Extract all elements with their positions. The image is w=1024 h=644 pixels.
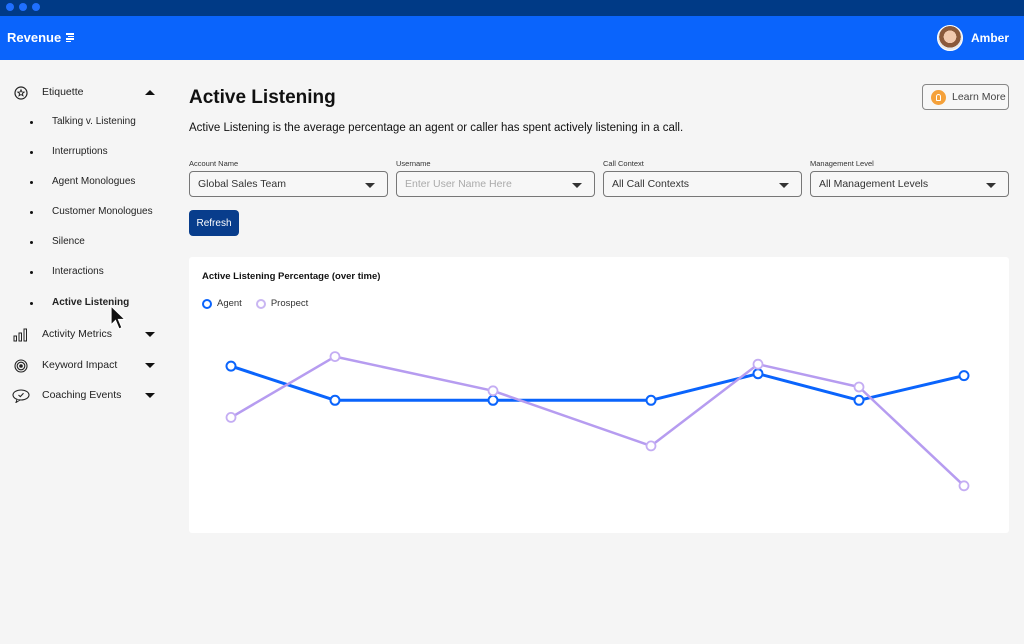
legend-swatch-prospect	[255, 298, 266, 309]
bullet-icon	[30, 121, 33, 124]
chevron-up-icon[interactable]	[145, 89, 155, 95]
data-point-prospect[interactable]	[487, 385, 499, 397]
mouse-pointer-icon	[110, 304, 128, 336]
data-point-agent[interactable]	[329, 394, 341, 406]
dropdown-arrow-icon	[986, 183, 996, 188]
sidebar-item-label: Interruptions	[52, 146, 108, 157]
sidebar-section-etiquette[interactable]: Etiquette	[0, 80, 170, 104]
chart-legend: Agent Prospect	[202, 298, 308, 309]
window-close-button[interactable]	[6, 3, 14, 11]
menu-lines-icon	[66, 33, 75, 42]
management-level-select[interactable]: All Management Levels	[810, 171, 1009, 197]
sidebar-item-label: Customer Monologues	[52, 206, 153, 217]
bullet-icon	[30, 151, 33, 154]
sidebar-item-label: Silence	[52, 236, 85, 247]
page-title: Active Listening	[189, 87, 336, 108]
sidebar-item-label: Interactions	[52, 266, 104, 277]
sidebar-section-label: Activity Metrics	[42, 328, 113, 340]
data-point-agent[interactable]	[958, 370, 970, 382]
legend-item-agent[interactable]: Agent	[202, 298, 242, 309]
legend-swatch-agent	[202, 298, 212, 309]
sidebar: Etiquette Talking v. Listening Interrupt…	[0, 60, 170, 644]
call-context-value: All Call Contexts	[612, 178, 690, 190]
sidebar-item-agent-monologues[interactable]: Agent Monologues	[0, 173, 170, 193]
management-level-value: All Management Levels	[819, 178, 929, 190]
chart-title: Active Listening Percentage (over time)	[202, 271, 381, 282]
data-point-agent[interactable]	[752, 368, 764, 380]
chevron-down-icon[interactable]	[145, 362, 155, 368]
sidebar-item-silence[interactable]: Silence	[0, 233, 170, 253]
bullet-icon	[30, 302, 33, 305]
sidebar-item-customer-monologues[interactable]: Customer Monologues	[0, 203, 170, 223]
chat-check-icon	[11, 388, 30, 403]
window-titlebar	[0, 0, 1024, 16]
data-point-agent[interactable]	[645, 394, 657, 406]
username-input[interactable]: Enter User Name Here	[396, 171, 595, 197]
series-line-agent	[230, 364, 965, 402]
dropdown-arrow-icon	[365, 183, 375, 188]
sidebar-item-interruptions[interactable]: Interruptions	[0, 143, 170, 163]
sidebar-item-talking-v-listening[interactable]: Talking v. Listening	[0, 113, 170, 133]
data-point-prospect[interactable]	[752, 358, 764, 370]
legend-label-agent: Agent	[217, 298, 242, 309]
sidebar-section-coaching-events[interactable]: Coaching Events	[0, 383, 170, 407]
sidebar-section-label: Coaching Events	[42, 389, 122, 401]
sidebar-item-label: Talking v. Listening	[52, 116, 136, 127]
sidebar-item-interactions[interactable]: Interactions	[0, 263, 170, 283]
target-icon	[13, 358, 28, 373]
username-placeholder: Enter User Name Here	[405, 178, 512, 190]
series-line-prospect	[230, 355, 965, 487]
bullet-icon	[30, 211, 33, 214]
data-point-prospect[interactable]	[225, 411, 237, 423]
data-point-prospect[interactable]	[853, 381, 865, 393]
username-label: Username	[396, 159, 431, 168]
account-name-label: Account Name	[189, 159, 239, 168]
user-name: Amber	[970, 31, 1009, 45]
call-context-select[interactable]: All Call Contexts	[603, 171, 802, 197]
sidebar-item-label: Agent Monologues	[52, 176, 136, 187]
brand-logo[interactable]: Revenue	[7, 30, 75, 45]
sidebar-section-activity-metrics[interactable]: Activity Metrics	[0, 322, 170, 346]
account-name-value: Global Sales Team	[198, 178, 286, 190]
chart-card: Active Listening Percentage (over time) …	[189, 257, 1009, 533]
sidebar-section-keyword-impact[interactable]: Keyword Impact	[0, 353, 170, 377]
window-maximize-button[interactable]	[32, 3, 40, 11]
bullet-icon	[30, 271, 33, 274]
call-context-label: Call Context	[603, 159, 644, 168]
dropdown-arrow-icon	[779, 183, 789, 188]
management-level-label: Management Level	[810, 159, 874, 168]
account-name-select[interactable]: Global Sales Team	[189, 171, 388, 197]
window-minimize-button[interactable]	[19, 3, 27, 11]
data-point-agent[interactable]	[853, 394, 865, 406]
user-menu[interactable]: Amber	[936, 25, 1009, 51]
dropdown-arrow-icon	[572, 183, 582, 188]
data-point-prospect[interactable]	[958, 480, 970, 492]
bullet-icon	[30, 181, 33, 184]
learn-more-label: Learn More	[952, 91, 1006, 103]
page-description: Active Listening is the average percenta…	[189, 122, 684, 134]
legend-label-prospect: Prospect	[270, 298, 309, 309]
star-circle-icon	[13, 85, 28, 100]
sidebar-section-label: Keyword Impact	[42, 359, 118, 371]
avatar	[936, 25, 963, 51]
line-chart	[225, 351, 970, 492]
data-point-prospect[interactable]	[645, 440, 657, 452]
sidebar-item-active-listening[interactable]: Active Listening	[0, 294, 170, 314]
brand-name: Revenue	[7, 30, 62, 45]
sidebar-section-label: Etiquette	[42, 86, 84, 98]
app-header: Revenue Amber	[0, 16, 1024, 60]
data-point-agent[interactable]	[225, 360, 237, 372]
refresh-button[interactable]: Refresh	[189, 210, 239, 236]
data-point-agent[interactable]	[487, 394, 499, 406]
lightbulb-icon	[931, 89, 946, 105]
chevron-down-icon[interactable]	[145, 392, 155, 398]
legend-item-prospect[interactable]: Prospect	[255, 298, 309, 309]
bullet-icon	[30, 241, 33, 244]
bar-chart-icon	[13, 327, 28, 342]
data-point-prospect[interactable]	[329, 351, 341, 362]
chevron-down-icon[interactable]	[145, 331, 155, 337]
learn-more-button[interactable]: Learn More	[922, 84, 1009, 110]
